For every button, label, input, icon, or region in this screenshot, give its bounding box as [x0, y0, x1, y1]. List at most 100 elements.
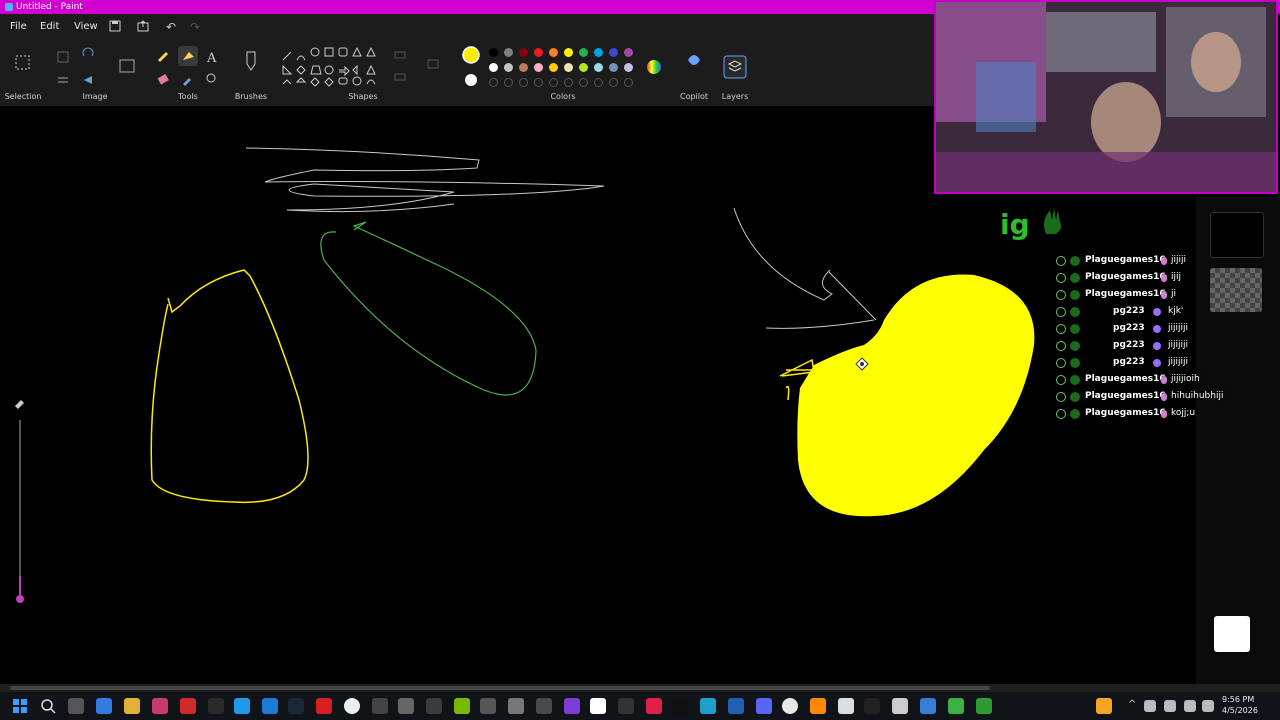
taskbar-app-icon-6[interactable]	[316, 698, 332, 714]
clock-date[interactable]: 4/5/2026	[1222, 706, 1258, 715]
share-icon[interactable]	[136, 20, 150, 34]
palette-swatch[interactable]	[519, 63, 528, 72]
palette-swatch[interactable]	[489, 48, 498, 57]
tray-cloud-icon[interactable]	[1144, 700, 1156, 712]
empty-custom-swatch[interactable]	[519, 78, 528, 87]
taskbar-app-icon-7[interactable]	[372, 698, 388, 714]
palette-swatch[interactable]	[534, 48, 543, 57]
palette-swatch[interactable]	[519, 48, 528, 57]
group-label-copilot[interactable]: Copilot	[680, 92, 708, 101]
group-label-layers[interactable]: Layers	[722, 92, 748, 101]
save-icon[interactable]	[108, 20, 122, 34]
palette-swatch[interactable]	[504, 48, 513, 57]
taskbar-app-icon-12[interactable]	[564, 698, 580, 714]
empty-custom-swatch[interactable]	[489, 78, 498, 87]
discord-icon[interactable]	[756, 698, 772, 714]
palette-swatch[interactable]	[549, 63, 558, 72]
empty-custom-swatch[interactable]	[579, 78, 588, 87]
clock-time[interactable]: 9:56 PM	[1222, 695, 1254, 704]
palette-swatch[interactable]	[624, 63, 633, 72]
redo-icon[interactable]: ↷	[188, 20, 202, 34]
windows-start-icon[interactable]	[12, 698, 28, 714]
taskbar-app-icon-2[interactable]	[152, 698, 168, 714]
taskbar-app-icon-13[interactable]	[590, 698, 606, 714]
empty-custom-swatch[interactable]	[609, 78, 618, 87]
file-explorer-icon[interactable]	[124, 698, 140, 714]
taskbar-app-icon-23[interactable]	[976, 698, 992, 714]
taskbar-app-icon-17[interactable]	[700, 698, 716, 714]
tray-network-icon[interactable]	[1164, 700, 1176, 712]
tray-volume-icon[interactable]	[1202, 700, 1214, 712]
taskbar-app-icon-21[interactable]	[920, 698, 936, 714]
palette-swatch[interactable]	[594, 48, 603, 57]
palette-swatch[interactable]	[534, 63, 543, 72]
taskbar-app-icon-11[interactable]	[536, 698, 552, 714]
palette-swatch[interactable]	[579, 48, 588, 57]
palette-swatch[interactable]	[594, 63, 603, 72]
subscriber-badge-icon	[1153, 308, 1161, 316]
flip-icon	[84, 76, 92, 84]
drawing-canvas[interactable]	[14, 120, 1188, 690]
group-label-colors: Colors	[550, 92, 576, 101]
edge-icon[interactable]	[234, 698, 250, 714]
obs-icon[interactable]	[344, 698, 360, 714]
chat-text: ijij	[1171, 272, 1182, 282]
taskbar-app-icon-18[interactable]	[728, 698, 744, 714]
menu-edit[interactable]: Edit	[40, 21, 59, 32]
zoom-slider[interactable]	[12, 396, 28, 616]
taskbar-app-icon-5[interactable]	[262, 698, 278, 714]
taskbar-app-icon-15[interactable]	[646, 698, 662, 714]
palette-swatch[interactable]	[489, 63, 498, 72]
empty-custom-swatch[interactable]	[594, 78, 603, 87]
taskbar-app-icon-16[interactable]	[672, 698, 688, 714]
nvidia-icon[interactable]	[454, 698, 470, 714]
empty-custom-swatch[interactable]	[564, 78, 573, 87]
taskbar-app-icon-10[interactable]	[480, 698, 496, 714]
empty-custom-swatch[interactable]	[504, 78, 513, 87]
undo-icon[interactable]: ↶	[164, 20, 178, 34]
vlc-icon[interactable]	[810, 698, 826, 714]
taskbar-app-icon-22[interactable]	[948, 698, 964, 714]
palette-swatch[interactable]	[564, 63, 573, 72]
tray-chevron-icon[interactable]: ^	[1128, 699, 1136, 710]
tray-display-icon[interactable]	[1184, 700, 1196, 712]
horizontal-scrollbar[interactable]	[0, 684, 1280, 692]
taskbar-app-icon-19[interactable]	[864, 698, 880, 714]
palette-swatch[interactable]	[624, 48, 633, 57]
menu-file[interactable]: File	[10, 21, 27, 32]
empty-custom-swatch[interactable]	[549, 78, 558, 87]
menu-view[interactable]: View	[74, 21, 98, 32]
chat-badge-icon	[1070, 290, 1080, 300]
palette-swatch[interactable]	[609, 48, 618, 57]
search-icon[interactable]	[40, 698, 56, 714]
notepad-icon[interactable]	[838, 698, 854, 714]
brush-icon	[246, 51, 256, 71]
palette-swatch[interactable]	[549, 48, 558, 57]
steam-icon[interactable]	[288, 698, 304, 714]
palette-swatch[interactable]	[504, 63, 513, 72]
tray-app-icon[interactable]	[1096, 698, 1112, 714]
palette-swatch[interactable]	[564, 48, 573, 57]
taskbar-app-icon-1[interactable]	[96, 698, 112, 714]
chat-username: pg223	[1113, 357, 1145, 367]
taskbar-app-icon-20[interactable]	[892, 698, 908, 714]
chat-username: Plaguegames16	[1085, 374, 1166, 384]
settings-icon[interactable]	[508, 698, 524, 714]
overlay-ticker: ig	[1000, 208, 1030, 241]
task-view-icon[interactable]	[68, 698, 84, 714]
palette-swatch[interactable]	[579, 63, 588, 72]
add-layer-button[interactable]	[1214, 616, 1250, 652]
chat-message: Plaguegames16 hihuihubhiji	[1056, 388, 1236, 405]
taskbar-app-icon-8[interactable]	[398, 698, 414, 714]
empty-custom-swatch[interactable]	[624, 78, 633, 87]
palette-swatch[interactable]	[609, 63, 618, 72]
empty-custom-swatch[interactable]	[534, 78, 543, 87]
taskbar-app-icon-9[interactable]	[426, 698, 442, 714]
taskbar-app-icon-4[interactable]	[208, 698, 224, 714]
taskbar-app-icon-14[interactable]	[618, 698, 634, 714]
chrome-icon[interactable]	[782, 698, 798, 714]
yellow-outline-shape	[150, 269, 309, 504]
taskbar-app-icon-3[interactable]	[180, 698, 196, 714]
mic-badge-icon	[1161, 274, 1167, 282]
group-label-brushes: Brushes	[234, 92, 268, 101]
